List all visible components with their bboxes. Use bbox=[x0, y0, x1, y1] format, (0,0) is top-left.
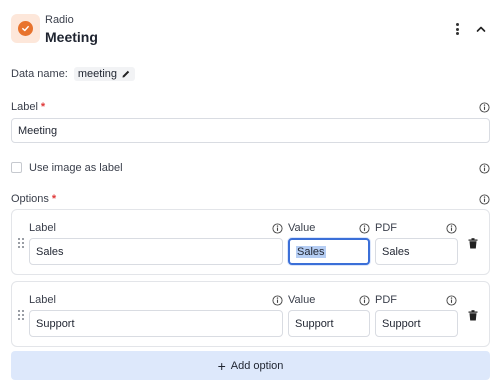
option-label-value: Support bbox=[36, 317, 75, 330]
info-icon[interactable] bbox=[272, 223, 283, 234]
data-name-value[interactable]: meeting bbox=[73, 67, 136, 81]
data-name-row: Data name: meeting bbox=[11, 66, 136, 82]
info-icon[interactable] bbox=[359, 295, 370, 306]
options-heading: Options * bbox=[11, 193, 56, 205]
option-pdf-header: PDF bbox=[375, 222, 397, 234]
label-field-heading: Label * bbox=[11, 101, 45, 113]
field-header: Radio Meeting bbox=[0, 0, 500, 58]
info-icon[interactable] bbox=[479, 102, 490, 113]
trash-icon[interactable] bbox=[468, 310, 478, 321]
option-pdf-header: PDF bbox=[375, 294, 397, 306]
chevron-up-icon[interactable] bbox=[473, 21, 489, 37]
option-card: Label Value PDF Support Support Support bbox=[11, 281, 490, 347]
check-circle-icon bbox=[18, 21, 33, 36]
label-input[interactable]: Meeting bbox=[11, 118, 490, 143]
option-pdf-input[interactable]: Support bbox=[375, 310, 458, 337]
info-icon[interactable] bbox=[272, 295, 283, 306]
label-field-label: Label bbox=[11, 101, 38, 113]
data-name-text: meeting bbox=[77, 68, 118, 80]
data-name-label: Data name: bbox=[11, 68, 68, 80]
info-icon[interactable] bbox=[446, 295, 457, 306]
option-pdf-value: Support bbox=[382, 317, 421, 330]
more-vertical-icon[interactable] bbox=[451, 21, 463, 37]
option-label-header: Label bbox=[29, 294, 56, 306]
info-icon[interactable] bbox=[359, 223, 370, 234]
pencil-icon[interactable] bbox=[121, 69, 131, 79]
field-type-label: Radio bbox=[45, 14, 74, 26]
option-value-input[interactable]: Support bbox=[288, 310, 370, 337]
required-mark: * bbox=[40, 101, 46, 113]
radio-type-badge bbox=[11, 14, 40, 43]
drag-handle-icon[interactable] bbox=[18, 238, 25, 249]
use-image-label: Use image as label bbox=[29, 162, 123, 174]
info-icon[interactable] bbox=[446, 223, 457, 234]
field-title: Meeting bbox=[45, 29, 98, 45]
option-card: Label Value PDF Sales Sales Sales bbox=[11, 209, 490, 275]
required-mark: * bbox=[51, 193, 57, 205]
info-icon[interactable] bbox=[479, 163, 490, 174]
option-value-text: Support bbox=[295, 317, 334, 330]
option-value-selected-text: Sales bbox=[296, 245, 326, 258]
add-option-label: Add option bbox=[230, 359, 284, 372]
trash-icon[interactable] bbox=[468, 238, 478, 249]
options-label: Options bbox=[11, 193, 49, 205]
option-value-header: Value bbox=[288, 294, 316, 306]
info-icon[interactable] bbox=[479, 194, 490, 205]
option-label-input[interactable]: Sales bbox=[29, 238, 283, 265]
option-label-input[interactable]: Support bbox=[29, 310, 283, 337]
option-pdf-value: Sales bbox=[382, 245, 410, 258]
drag-handle-icon[interactable] bbox=[18, 310, 25, 321]
option-value-input[interactable]: Sales bbox=[288, 238, 370, 265]
option-value-header: Value bbox=[288, 222, 316, 234]
option-label-header: Label bbox=[29, 222, 56, 234]
add-option-button[interactable]: + Add option bbox=[11, 351, 490, 380]
use-image-checkbox[interactable] bbox=[11, 162, 22, 173]
label-input-value: Meeting bbox=[18, 124, 58, 137]
option-pdf-input[interactable]: Sales bbox=[375, 238, 458, 265]
plus-icon: + bbox=[217, 357, 226, 374]
option-label-value: Sales bbox=[36, 245, 64, 258]
